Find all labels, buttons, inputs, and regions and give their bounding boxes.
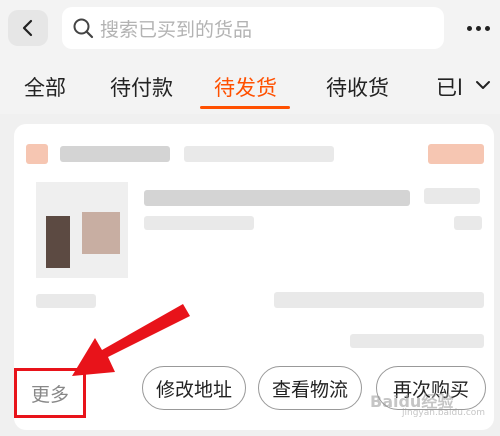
view-logistics-button[interactable]: 查看物流: [258, 366, 362, 410]
more-actions-button[interactable]: 更多: [14, 368, 86, 418]
search-icon: [73, 18, 94, 39]
active-tab-indicator: [200, 106, 290, 109]
search-placeholder: 搜索已买到的货品: [100, 18, 253, 41]
back-button[interactable]: [8, 10, 48, 46]
tab-all[interactable]: 全部: [24, 72, 66, 102]
freight-info-blurred: [350, 334, 484, 348]
search-input[interactable]: 搜索已买到的货品: [62, 7, 444, 49]
watermark-url: jingyan.baidu.com: [402, 408, 486, 418]
more-options-icon[interactable]: [460, 14, 496, 42]
chevron-left-icon: [22, 19, 33, 37]
tab-pending-payment[interactable]: 待付款: [110, 72, 173, 102]
order-status-tabs: 全部 待付款 待发货 待收货 已l: [0, 58, 500, 114]
product-spec-blurred: [144, 216, 254, 230]
top-bar: 搜索已买到的货品: [0, 0, 500, 58]
product-qty-blurred: [454, 216, 482, 230]
tab-completed[interactable]: 已l: [436, 72, 463, 102]
store-name-blurred: [60, 146, 170, 162]
more-actions-label: 更多: [30, 383, 69, 406]
store-extra-blurred: [184, 146, 334, 162]
service-info-blurred: [36, 294, 96, 308]
tab-pending-receipt[interactable]: 待收货: [326, 72, 389, 102]
store-icon-blurred: [26, 144, 48, 164]
order-status-blurred: [428, 144, 484, 164]
chevron-down-icon[interactable]: [474, 76, 492, 94]
modify-address-button[interactable]: 修改地址: [142, 366, 246, 410]
order-total-blurred: [274, 292, 484, 308]
product-price-blurred: [424, 188, 480, 204]
product-image-blurred[interactable]: [36, 182, 128, 278]
tab-pending-shipment[interactable]: 待发货: [214, 72, 277, 102]
product-title-blurred: [144, 190, 410, 206]
